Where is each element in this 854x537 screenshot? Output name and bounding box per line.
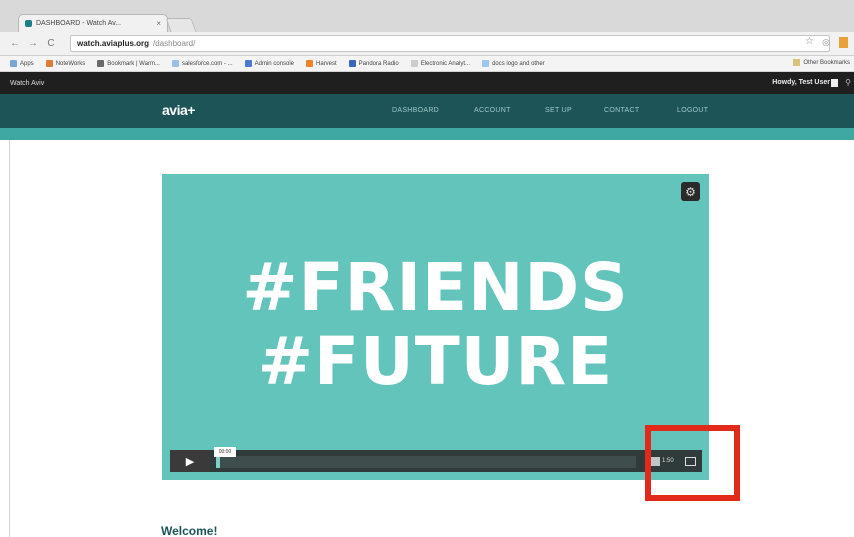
address-bar[interactable]: watch.aviaplus.org/dashboard/ [70,35,830,52]
extension-bookmark-icon[interactable] [839,37,848,48]
nav-link-set-up[interactable]: SET UP [545,107,572,114]
nav-accent-band [0,128,854,140]
site-wordmark[interactable]: Watch Aviv [10,80,44,87]
bookmark-label: Apps [20,60,34,67]
browser-toolbar: ← → C watch.aviaplus.org/dashboard/ [0,32,854,56]
welcome-heading: Welcome! [161,524,218,537]
bookmark-item[interactable]: Pandora Radio [348,60,399,67]
new-tab-button[interactable] [165,18,197,32]
video-progress-fill [216,456,221,468]
tab-close-icon[interactable]: × [156,19,161,28]
bookmark-item[interactable]: Apps [10,60,34,67]
bookmark-favicon-icon [10,60,17,67]
page-left-border [9,140,10,537]
play-button[interactable]: ▶ [170,450,210,472]
nav-link-contact[interactable]: CONTACT [604,107,639,114]
bookmark-label: Bookmark | Warm... [107,60,160,67]
other-bookmarks-label: Other Bookmarks [803,59,850,66]
highlight-box [645,425,740,501]
video-player[interactable]: #FRIENDS #FUTURE [162,174,709,480]
bookmark-favicon-icon [410,60,418,67]
bookmark-label: Harvest [316,60,337,67]
bookmark-label: Admin console [254,60,294,67]
nav-link-logout[interactable]: LOGOUT [677,107,708,114]
video-headline-1: #FRIENDS [242,249,629,326]
address-host: watch.aviaplus.org [77,39,150,48]
bookmark-star-icon[interactable]: ☆ [805,36,814,47]
bookmark-item[interactable]: Harvest [306,60,337,67]
settings-gear-icon[interactable]: ⚙ [681,182,700,201]
bookmark-label: Electronic Analyt... [420,60,471,67]
bookmark-favicon-icon [171,60,179,67]
search-icon[interactable]: ⚲ [845,78,851,87]
nav-link-dashboard[interactable]: DASHBOARD [392,107,439,114]
site-topbar: Watch Aviv Howdy, Test User ⚲ [0,72,854,94]
bookmark-item[interactable]: salesforce.com - ... [171,60,233,67]
bookmark-label: Pandora Radio [358,60,399,67]
bookmarks-bar: Apps NoteWorks Bookmark | Warm... salesforc… [0,56,854,72]
video-headline-2: #FUTURE [257,323,614,400]
bookmark-label: NoteWorks [55,60,86,67]
reload-icon[interactable]: C [46,38,56,49]
site-nav: avia+ DASHBOARD ACCOUNT SET UP CONTACT LOGOU… [0,94,854,128]
bookmark-favicon-icon [348,60,356,67]
bookmark-item[interactable]: Bookmark | Warm... [97,60,160,67]
address-path: /dashboard/ [153,39,196,48]
bookmark-item[interactable]: docs logo and other [482,60,545,67]
other-bookmarks[interactable]: Other Bookmarks [793,59,850,66]
bookmark-favicon-icon [45,60,53,67]
bookmark-favicon-icon [482,60,490,67]
folder-icon [793,59,801,66]
bookmark-favicon-icon [306,60,313,67]
back-icon[interactable]: ← [10,38,20,49]
bookmark-item[interactable]: Electronic Analyt... [410,60,471,67]
bookmark-item[interactable]: Admin console [244,60,294,67]
site-favicon-icon [25,20,32,27]
current-time-tooltip: 00:00 [214,447,236,457]
bookmark-label: salesforce.com - ... [181,60,233,67]
tab-title: DASHBOARD - Watch Av... [36,20,122,27]
video-progress-track[interactable] [216,456,636,468]
browser-tab[interactable]: DASHBOARD - Watch Av... × [18,14,168,32]
user-avatar-icon[interactable] [831,79,838,87]
forward-icon[interactable]: → [28,38,38,49]
user-greeting[interactable]: Howdy, Test User [772,79,830,86]
bookmark-favicon-icon [97,60,105,67]
browser-tab-strip: DASHBOARD - Watch Av... × [0,0,854,32]
bookmark-item[interactable]: NoteWorks [45,60,86,67]
site-logo[interactable]: avia+ [162,102,195,118]
nav-link-account[interactable]: ACCOUNT [474,107,511,114]
extension-icon[interactable]: ◎ [822,37,830,48]
bookmark-favicon-icon [244,60,252,67]
bookmark-label: docs logo and other [492,60,545,67]
